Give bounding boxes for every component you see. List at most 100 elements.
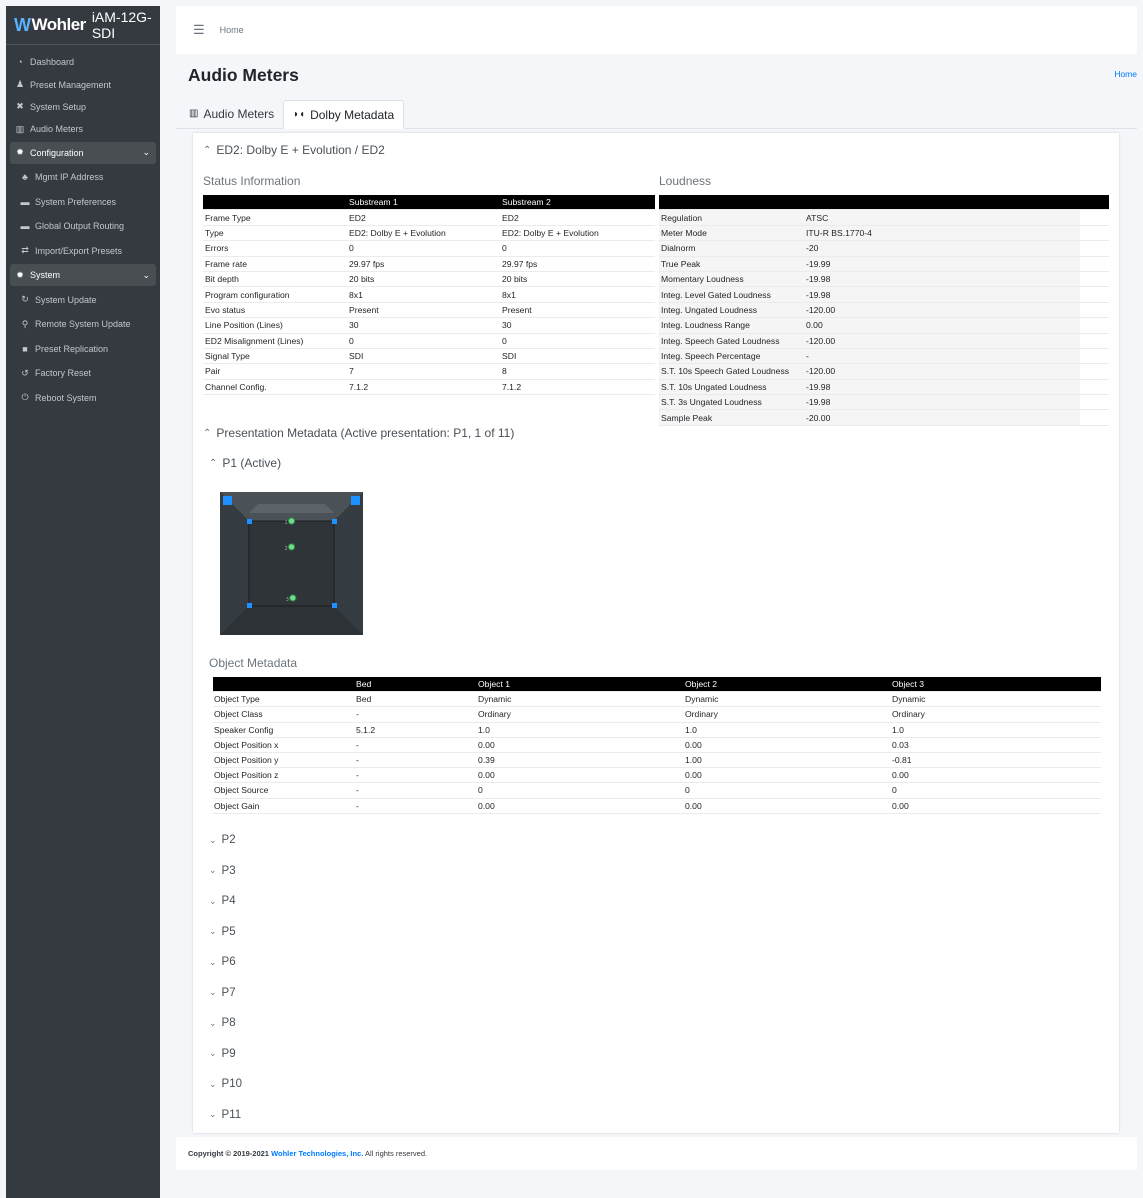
table-row: Meter Mode ITU-R BS.1770-4 xyxy=(659,225,1109,242)
corner-marker xyxy=(247,519,252,524)
ed2-section-header[interactable]: ⌃ ED2: Dolby E + Evolution / ED2 xyxy=(203,143,385,157)
row-label: S.T. 10s Speech Gated Loudness xyxy=(659,363,804,380)
cell-value: Bed xyxy=(355,691,477,708)
breadcrumb-home[interactable]: Home xyxy=(1114,69,1137,79)
row-label: Evo status xyxy=(203,302,347,319)
row-label: Dialnorm xyxy=(659,240,804,257)
row-label: True Peak xyxy=(659,256,804,272)
table-row: Channel Config. 7.1.2 7.1.2 xyxy=(203,379,655,396)
brand[interactable]: W Wohler iAM-12G-SDI xyxy=(6,6,160,45)
sidebar-item-global-output-routing[interactable]: ▬ Global Output Routing xyxy=(6,214,160,239)
cell-value: ED2 xyxy=(347,209,500,226)
cell-value: -20 xyxy=(804,240,1080,257)
object-marker-label: 1 xyxy=(285,520,288,526)
table-row: Integ. Speech Percentage - xyxy=(659,348,1109,365)
sidebar-item-reboot-system[interactable]: ⏻ Reboot System xyxy=(6,385,160,410)
top-navbar: ☰ Home xyxy=(176,6,1137,54)
object-marker[interactable] xyxy=(289,594,297,602)
keyboard-icon: ▬ xyxy=(20,221,30,232)
sidebar-item-audio-meters[interactable]: ▥ Audio Meters xyxy=(6,118,160,140)
table-row: Pair 7 8 xyxy=(203,363,655,380)
sidebar-item-dashboard[interactable]: ◔ Dashboard xyxy=(6,51,160,73)
object-marker[interactable] xyxy=(287,517,296,525)
table-header: Object 1 xyxy=(477,677,684,693)
cell-value: 0 xyxy=(477,782,684,799)
table-row: ED2 Misalignment (Lines) 0 0 xyxy=(203,333,655,349)
table-row: Object Gain -0.00 0.00 0.00 xyxy=(213,798,1101,814)
row-label: Object Type xyxy=(213,691,355,708)
cell-value: 7.1.2 xyxy=(347,379,500,396)
sidebar-item-system-setup[interactable]: ✖ System Setup xyxy=(6,96,160,118)
sidebar-item-import-export[interactable]: ⇄ Import/Export Presets xyxy=(6,238,160,263)
cell-value: -120.00 xyxy=(804,333,1080,349)
cell-value: 0.00 xyxy=(684,798,891,814)
corner-marker xyxy=(332,603,337,608)
cell-value: 8x1 xyxy=(500,286,655,303)
cogs-icon: ✹ xyxy=(16,269,24,280)
chevron-down-icon: ⌄ xyxy=(209,926,217,937)
table-row: Integ. Level Gated Loudness -19.98 xyxy=(659,286,1109,303)
sidebar-item-preset-management[interactable]: ♟ Preset Management xyxy=(6,73,160,95)
object-metadata-table: Bed Object 1 Object 2 Object 3 Object Ty… xyxy=(213,677,1101,814)
cell-value: 0.00 xyxy=(477,798,684,814)
cell-value: Ordinary xyxy=(477,706,684,723)
table-row: Object Position y -0.39 1.00 -0.81 xyxy=(213,752,1101,769)
sidebar: W Wohler iAM-12G-SDI ◔ Dashboard ♟ Preset M… xyxy=(6,6,160,1198)
cell-value: Ordinary xyxy=(684,706,891,723)
table-row: True Peak -19.99 xyxy=(659,256,1109,272)
row-label: Frame Type xyxy=(203,209,347,226)
chevron-down-icon: ⌄ xyxy=(209,956,217,967)
cell-value: 0.00 xyxy=(891,767,1101,784)
table-header-row xyxy=(659,195,1109,211)
row-label: Integ. Speech Gated Loudness xyxy=(659,333,804,349)
sidebar-item-preset-replication[interactable]: ■ Preset Replication xyxy=(6,336,160,361)
cell-value: -0.81 xyxy=(891,752,1101,769)
presentation-item-p10[interactable]: ⌄ P10 xyxy=(209,1069,242,1100)
row-label: Integ. Loudness Range xyxy=(659,317,804,334)
table-row: Frame Type ED2 ED2 xyxy=(203,209,655,226)
company-link[interactable]: Wohler Technologies, Inc. xyxy=(271,1149,363,1158)
cell-value: 5.1.2 xyxy=(355,722,477,738)
presentation-metadata-header[interactable]: ⌃ Presentation Metadata (Active presentat… xyxy=(203,426,514,440)
table-row: Object Source -0 0 0 xyxy=(213,782,1101,799)
object-marker[interactable] xyxy=(287,543,296,551)
cell-value: - xyxy=(355,798,477,814)
presentation-item-p8[interactable]: ⌄ P8 xyxy=(209,1008,242,1039)
sidebar-group-configuration[interactable]: ✹ Configuration ⌄ xyxy=(10,141,156,164)
p1-active-header[interactable]: ⌃ P1 (Active) xyxy=(209,456,281,470)
cell-value: 8 xyxy=(500,363,655,380)
sidebar-item-system-update[interactable]: ↻ System Update xyxy=(6,287,160,312)
cell-value: 8x1 xyxy=(347,286,500,303)
hamburger-menu-icon[interactable]: ☰ xyxy=(193,22,205,38)
table-row: Integ. Speech Gated Loudness -120.00 xyxy=(659,333,1109,349)
chevron-down-icon: ⌄ xyxy=(209,895,217,906)
presentation-item-p5[interactable]: ⌄ P5 xyxy=(209,917,242,948)
row-label: Object Position x xyxy=(213,737,355,753)
sidebar-item-system-preferences[interactable]: ▬ System Preferences xyxy=(6,189,160,214)
tab-audio-meters[interactable]: ▥ Audio Meters xyxy=(180,100,283,127)
topbar-home-link[interactable]: Home xyxy=(220,25,244,35)
presentation-item-p4[interactable]: ⌄ P4 xyxy=(209,886,242,917)
sidebar-group-system[interactable]: ✹ System ⌄ xyxy=(10,263,156,287)
cell-value: -20.00 xyxy=(804,409,1080,426)
cell-value: Present xyxy=(500,302,655,319)
sidebar-item-mgmt-ip[interactable]: ♣ Mgmt IP Address xyxy=(6,165,160,190)
sidebar-item-remote-system-update[interactable]: ⚲ Remote System Update xyxy=(6,312,160,337)
cell-value: ATSC xyxy=(804,209,1080,226)
presentation-item-p2[interactable]: ⌄ P2 xyxy=(209,825,242,856)
presentation-item-p11[interactable]: ⌄ P11 xyxy=(209,1100,242,1131)
presentation-item-p7[interactable]: ⌄ P7 xyxy=(209,978,242,1009)
chevron-up-icon: ⌃ xyxy=(203,427,212,439)
table-row: Type ED2: Dolby E + Evolution ED2: Dolby E… xyxy=(203,225,655,242)
sidebar-item-factory-reset[interactable]: ↺ Factory Reset xyxy=(6,361,160,386)
row-label: ED2 Misalignment (Lines) xyxy=(203,333,347,349)
tab-dolby-metadata[interactable]: ◗◖ Dolby Metadata xyxy=(283,100,405,129)
table-row: S.T. 10s Ungated Loudness -19.98 xyxy=(659,379,1109,396)
presentation-item-p3[interactable]: ⌄ P3 xyxy=(209,856,242,887)
presentation-item-p6[interactable]: ⌄ P6 xyxy=(209,947,242,978)
cell-value: 0.00 xyxy=(477,767,684,784)
cell-value: -120.00 xyxy=(804,302,1080,319)
table-row: Frame rate 29.97 fps 29.97 fps xyxy=(203,256,655,272)
presentation-item-p9[interactable]: ⌄ P9 xyxy=(209,1039,242,1070)
cell-value: -120.00 xyxy=(804,363,1080,380)
